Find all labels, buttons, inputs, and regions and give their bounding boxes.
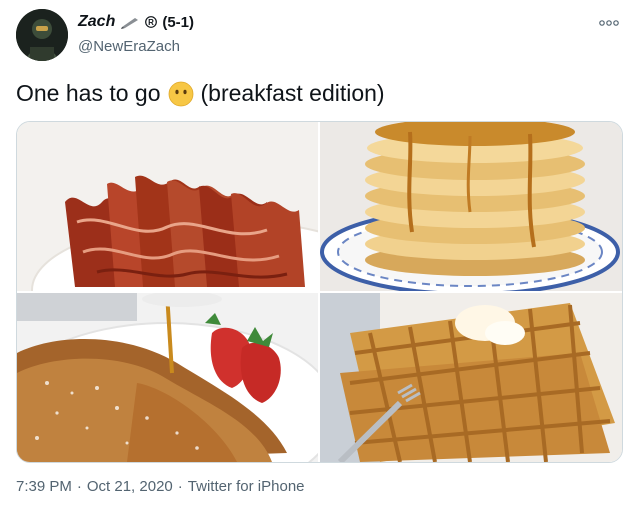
pen-emoji-icon xyxy=(121,18,139,29)
handle[interactable]: @NewEraZach xyxy=(78,38,180,55)
avatar[interactable] xyxy=(16,9,68,61)
french-toast-photo[interactable] xyxy=(17,293,318,462)
tweet-time[interactable]: 7:39 PM xyxy=(16,478,72,495)
tweet-text-part1: One has to go xyxy=(16,80,161,106)
registered-icon: R xyxy=(145,16,158,28)
display-name[interactable]: Zach xyxy=(78,13,115,31)
tweet-footer: 7:39 PM · Oct 21, 2020 · Twitter for iPh… xyxy=(16,478,305,495)
svg-text:R: R xyxy=(148,18,154,27)
tweet-source[interactable]: Twitter for iPhone xyxy=(188,478,305,495)
name-row[interactable]: Zach R (5-1) xyxy=(78,13,194,31)
separator: · xyxy=(76,478,82,495)
waffles-photo[interactable] xyxy=(320,293,622,462)
bacon-photo[interactable] xyxy=(17,122,318,291)
tweet-text: One has to go (breakfast edition) xyxy=(16,80,385,107)
record-tag: (5-1) xyxy=(162,13,195,31)
face-without-mouth-icon xyxy=(168,81,193,106)
pancakes-photo[interactable] xyxy=(320,122,622,291)
separator: · xyxy=(177,478,183,495)
media-grid[interactable] xyxy=(16,121,623,463)
tweet-date[interactable]: Oct 21, 2020 xyxy=(87,478,173,495)
more-options-icon[interactable] xyxy=(598,17,620,29)
tweet-text-part2: (breakfast edition) xyxy=(200,80,385,106)
